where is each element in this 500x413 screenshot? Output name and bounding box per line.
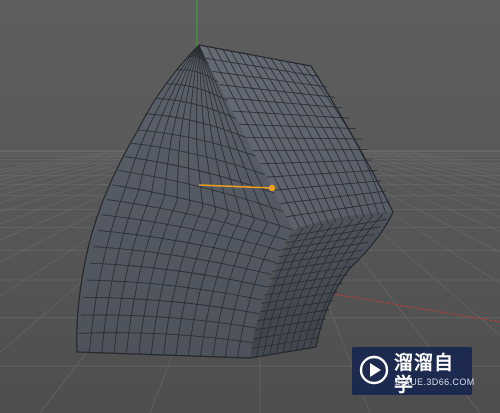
play-circle-icon bbox=[359, 355, 389, 385]
watermark-title: 溜溜自学 bbox=[394, 352, 455, 396]
watermark-badge: 溜溜自学 ZIXUE.3D66.COM bbox=[352, 347, 475, 396]
3d-viewport[interactable]: 溜溜自学 ZIXUE.3D66.COM bbox=[0, 0, 500, 413]
handle-knob[interactable] bbox=[268, 184, 276, 192]
watermark-url: ZIXUE.3D66.COM bbox=[395, 377, 475, 387]
